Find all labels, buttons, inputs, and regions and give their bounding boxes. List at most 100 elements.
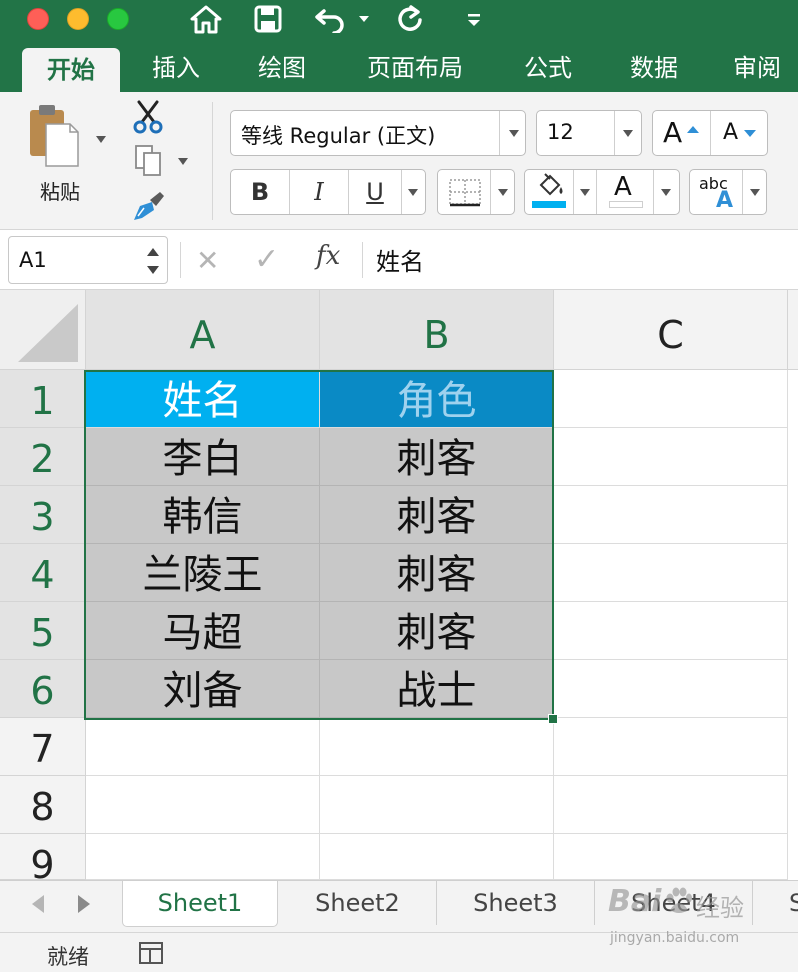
- cell-b6[interactable]: 战士: [320, 660, 554, 718]
- sheet-tab-2[interactable]: Sheet2: [279, 881, 437, 925]
- font-color-dropdown-icon[interactable]: [661, 189, 671, 196]
- cell-c5[interactable]: [554, 602, 788, 660]
- cell-b7[interactable]: [320, 718, 554, 776]
- name-box[interactable]: A1: [8, 236, 168, 284]
- font-size-select[interactable]: 12: [536, 110, 642, 156]
- cell-c6[interactable]: [554, 660, 788, 718]
- cell-b8[interactable]: [320, 776, 554, 834]
- copy-button[interactable]: [134, 144, 164, 178]
- tab-review[interactable]: 审阅: [716, 44, 798, 92]
- cell-a5[interactable]: 马超: [86, 602, 320, 660]
- redo-icon[interactable]: [392, 2, 428, 36]
- sheet-tab-4[interactable]: Sheet4: [595, 881, 753, 925]
- window-close-button[interactable]: [27, 8, 49, 30]
- font-color-label: A: [614, 172, 632, 202]
- row-header-4[interactable]: 4: [0, 544, 86, 602]
- cell-a6[interactable]: 刘备: [86, 660, 320, 718]
- row-header-6[interactable]: 6: [0, 660, 86, 718]
- cell-a4[interactable]: 兰陵王: [86, 544, 320, 602]
- orientation-button[interactable]: abc A: [689, 169, 767, 215]
- save-icon[interactable]: [250, 2, 286, 36]
- column-header-a[interactable]: A: [86, 290, 320, 370]
- cell-a9[interactable]: [86, 834, 320, 880]
- tab-data[interactable]: 数据: [606, 44, 702, 92]
- fill-handle[interactable]: [548, 714, 558, 724]
- select-all-corner[interactable]: [0, 290, 86, 370]
- sheet-tab-5[interactable]: S: [753, 881, 798, 925]
- cell-c3[interactable]: [554, 486, 788, 544]
- format-painter-button[interactable]: [130, 190, 166, 224]
- stepper-icon[interactable]: [145, 243, 161, 279]
- cell-b4[interactable]: 刺客: [320, 544, 554, 602]
- cell-c9[interactable]: [554, 834, 788, 880]
- cell-c8[interactable]: [554, 776, 788, 834]
- row-header-7[interactable]: 7: [0, 718, 86, 776]
- row-header-8[interactable]: 8: [0, 776, 86, 834]
- formula-input[interactable]: 姓名: [376, 242, 424, 277]
- column-header-d[interactable]: [788, 290, 798, 370]
- window-minimize-button[interactable]: [67, 8, 89, 30]
- column-header-c[interactable]: C: [554, 290, 788, 370]
- cell-b1[interactable]: 角色: [320, 370, 554, 428]
- sheet-tab-3[interactable]: Sheet3: [437, 881, 595, 925]
- cell-b2[interactable]: 刺客: [320, 428, 554, 486]
- window-maximize-button[interactable]: [107, 8, 129, 30]
- cell-a3[interactable]: 韩信: [86, 486, 320, 544]
- bold-button[interactable]: B: [231, 170, 289, 214]
- tab-formulas[interactable]: 公式: [500, 44, 596, 92]
- paste-button[interactable]: [26, 102, 86, 172]
- confirm-icon[interactable]: ✓: [254, 242, 279, 277]
- tab-draw[interactable]: 绘图: [234, 44, 330, 92]
- fill-color-dropdown-icon[interactable]: [580, 189, 590, 196]
- cell-a2[interactable]: 李白: [86, 428, 320, 486]
- row-header-9[interactable]: 9: [0, 834, 86, 887]
- customize-toolbar-icon[interactable]: [462, 2, 486, 36]
- italic-button[interactable]: I: [290, 170, 348, 214]
- paste-label: 粘贴: [40, 180, 80, 204]
- sheet-tab-1[interactable]: Sheet1: [122, 881, 278, 927]
- borders-button[interactable]: [437, 169, 515, 215]
- cell-b3[interactable]: 刺客: [320, 486, 554, 544]
- cell-c4[interactable]: [554, 544, 788, 602]
- cell-c1[interactable]: [554, 370, 788, 428]
- cell-b9[interactable]: [320, 834, 554, 880]
- underline-dropdown-icon[interactable]: [408, 189, 418, 196]
- copy-dropdown-icon[interactable]: [178, 158, 188, 165]
- column-header-b[interactable]: B: [320, 290, 554, 370]
- chevron-down-icon: [498, 189, 508, 196]
- cell-a8[interactable]: [86, 776, 320, 834]
- fill-divider: [573, 170, 574, 214]
- prev-sheet-arrow-icon[interactable]: [32, 895, 44, 913]
- increase-font-label: A: [663, 116, 683, 149]
- insert-function-button[interactable]: fx: [316, 241, 340, 271]
- paste-dropdown-icon[interactable]: [96, 136, 106, 143]
- fill-color-swatch: [532, 201, 566, 208]
- fill-color-button[interactable]: [525, 170, 573, 214]
- cell-b5[interactable]: 刺客: [320, 602, 554, 660]
- cell-a7[interactable]: [86, 718, 320, 776]
- row-header-3[interactable]: 3: [0, 486, 86, 544]
- cancel-icon[interactable]: ✕: [196, 244, 219, 277]
- cut-button[interactable]: [132, 100, 166, 134]
- underline-button[interactable]: U: [349, 170, 401, 214]
- macro-record-icon[interactable]: [136, 939, 166, 969]
- decrease-font-button[interactable]: A: [711, 111, 768, 155]
- font-name-select[interactable]: 等线 Regular (正文): [230, 110, 526, 156]
- cell-c7[interactable]: [554, 718, 788, 776]
- font-color-button[interactable]: A: [597, 170, 653, 214]
- sheet-tab-bar: Sheet1 Sheet2 Sheet3 Sheet4 S: [0, 880, 798, 932]
- cell-a1[interactable]: 姓名: [86, 370, 320, 428]
- row-header-1[interactable]: 1: [0, 370, 86, 428]
- undo-icon[interactable]: [312, 2, 350, 36]
- cell-c2[interactable]: [554, 428, 788, 486]
- home-icon[interactable]: [188, 2, 224, 36]
- status-bar: 就绪: [0, 932, 798, 972]
- row-header-5[interactable]: 5: [0, 602, 86, 660]
- row-header-2[interactable]: 2: [0, 428, 86, 486]
- undo-dropdown-icon[interactable]: [355, 2, 373, 36]
- next-sheet-arrow-icon[interactable]: [78, 895, 90, 913]
- tab-page-layout[interactable]: 页面布局: [345, 44, 485, 92]
- tab-insert[interactable]: 插入: [128, 44, 224, 92]
- increase-font-button[interactable]: A: [653, 111, 710, 155]
- tab-home[interactable]: 开始: [22, 48, 120, 92]
